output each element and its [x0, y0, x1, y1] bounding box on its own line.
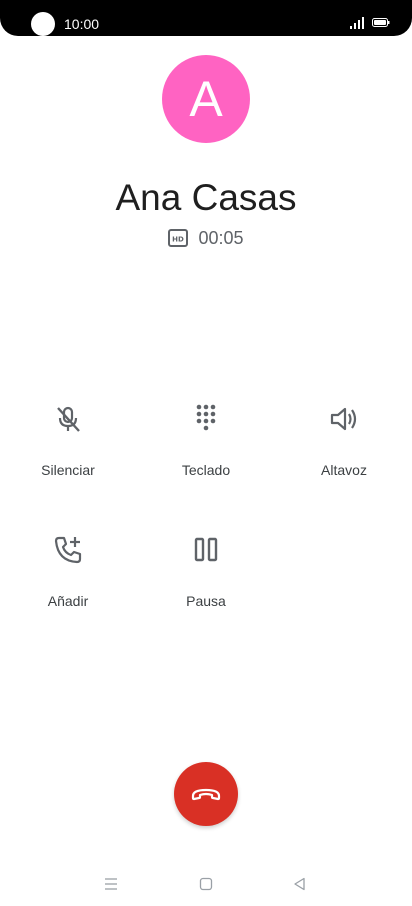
call-duration: 00:05: [198, 228, 244, 248]
hold-button[interactable]: Pausa: [146, 534, 266, 624]
keypad-button[interactable]: Teclado: [146, 403, 266, 493]
contact-avatar: A: [162, 55, 250, 143]
call-meta: HD 00:05: [0, 227, 412, 249]
hang-up-icon: [191, 788, 221, 801]
hd-icon: HD: [168, 229, 189, 247]
signal-icon: [350, 17, 364, 29]
end-call-button[interactable]: [174, 762, 238, 826]
menu-icon[interactable]: [103, 876, 119, 892]
speaker-button[interactable]: Altavoz: [284, 403, 404, 493]
hold-label: Pausa: [186, 593, 226, 609]
battery-icon: [372, 18, 390, 27]
avatar-initial: A: [189, 71, 223, 127]
mic-off-icon: [57, 406, 80, 432]
camera-cutout: [31, 12, 55, 36]
add-call-button[interactable]: Añadir: [8, 534, 128, 624]
home-icon[interactable]: [198, 876, 214, 892]
status-bar: 10:00: [0, 0, 412, 36]
add-call-icon: [54, 536, 82, 564]
speaker-icon: [330, 407, 357, 431]
dialpad-icon: [196, 404, 216, 431]
mute-button[interactable]: Silenciar: [8, 403, 128, 493]
speaker-label: Altavoz: [321, 462, 367, 478]
status-time: 10:00: [64, 16, 100, 32]
keypad-label: Teclado: [181, 462, 231, 478]
pause-icon: [194, 537, 218, 562]
svg-text:HD: HD: [173, 236, 185, 244]
contact-name: Ana Casas: [115, 177, 297, 218]
call-screen: 10:00 A Ana Casas HD 00:05 Silenciar Tec…: [0, 0, 412, 906]
add-call-label: Añadir: [47, 593, 89, 609]
mute-label: Silenciar: [41, 462, 95, 478]
back-icon[interactable]: [292, 876, 308, 892]
